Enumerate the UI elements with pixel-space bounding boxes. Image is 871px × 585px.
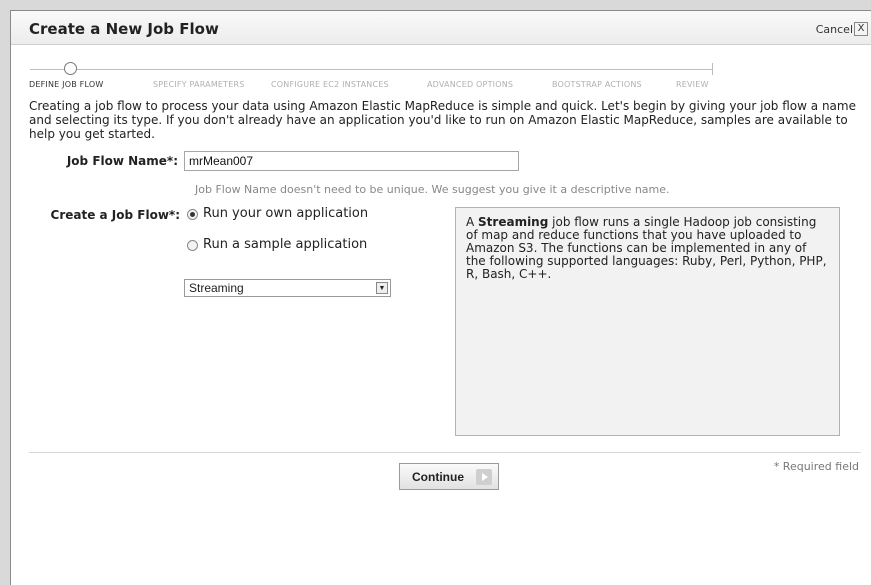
- job-flow-name-input[interactable]: [184, 151, 519, 171]
- radio-sample-application[interactable]: [187, 240, 198, 251]
- step-configure-ec2-instances: CONFIGURE EC2 INSTANCES: [271, 80, 389, 89]
- intro-text: Creating a job flow to process your data…: [29, 99, 856, 141]
- description-keyword: Streaming: [478, 215, 549, 229]
- backdrop-top: [0, 0, 871, 10]
- continue-button-label: Continue: [412, 470, 464, 484]
- step-review: REVIEW: [676, 80, 709, 89]
- step-advanced-options: ADVANCED OPTIONS: [427, 80, 514, 89]
- arrow-right-icon: [476, 469, 492, 485]
- backdrop-left: [0, 0, 10, 585]
- radio-own-application-label[interactable]: Run your own application: [203, 206, 368, 221]
- step-specify-parameters: SPECIFY PARAMETERS: [153, 80, 245, 89]
- job-flow-name-label: Job Flow Name*:: [66, 154, 178, 168]
- job-type-select-value: Streaming: [189, 281, 244, 295]
- close-icon[interactable]: X: [854, 22, 868, 36]
- step-bootstrap-actions: BOOTSTRAP ACTIONS: [552, 80, 642, 89]
- wizard-progress-line: [30, 69, 712, 70]
- job-flow-type-label: Create a Job Flow*:: [50, 208, 180, 222]
- footer-divider: [29, 452, 861, 453]
- radio-own-application[interactable]: [187, 209, 198, 220]
- wizard-progress-end: [712, 63, 713, 75]
- job-type-description: A Streaming job flow runs a single Hadoo…: [455, 207, 840, 436]
- dialog-titlebar: Create a New Job Flow Cancel X: [11, 11, 871, 45]
- continue-button[interactable]: Continue: [399, 463, 499, 490]
- step-define-job-flow: DEFINE JOB FLOW: [29, 80, 104, 89]
- dialog-title: Create a New Job Flow: [29, 20, 219, 38]
- radio-sample-application-label[interactable]: Run a sample application: [203, 237, 367, 252]
- chevron-down-icon[interactable]: ▼: [376, 282, 388, 294]
- step-marker-icon: [64, 62, 77, 75]
- description-prefix: A: [466, 215, 479, 229]
- job-flow-name-hint: Job Flow Name doesn't need to be unique.…: [195, 183, 670, 196]
- cancel-link[interactable]: Cancel: [816, 23, 853, 36]
- job-type-select[interactable]: Streaming ▼: [184, 279, 391, 297]
- required-field-note: * Required field: [773, 460, 859, 473]
